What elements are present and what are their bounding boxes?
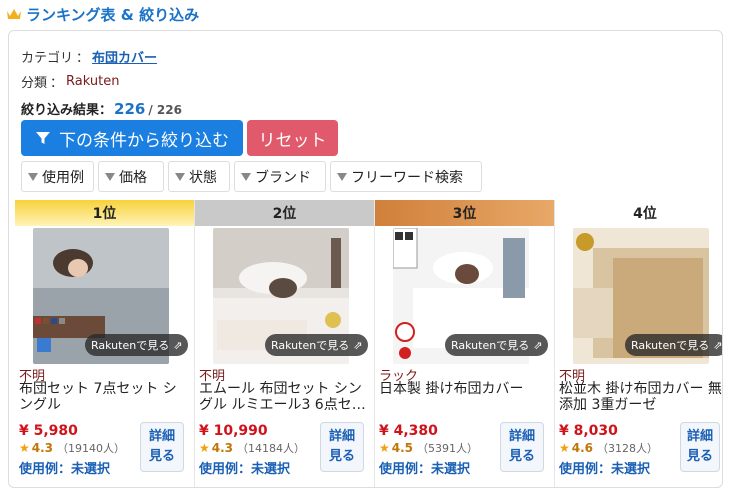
filter-button[interactable]: 下の条件から絞り込む — [21, 120, 243, 156]
dropdown-triangle-icon — [105, 172, 115, 181]
tag-price[interactable]: 価格 — [98, 161, 164, 192]
filter-button-label: 下の条件から絞り込む — [59, 130, 229, 151]
ranking-table: 1位 Rakutenで見る ⇗ 不明 布団セット 7点セット シングル ¥ 5,… — [15, 200, 723, 487]
external-link-icon: ⇗ — [173, 338, 183, 352]
detail-button[interactable]: 詳細 見る — [140, 422, 184, 472]
view-on-rakuten-button[interactable]: Rakutenで見る ⇗ — [85, 334, 189, 356]
page-title: ランキング表 & 絞り込み — [26, 5, 200, 24]
reset-button-label: リセット — [258, 130, 327, 151]
star-icon: ★ — [19, 441, 30, 455]
product-name[interactable]: 布団セット 7点セット シングル — [19, 381, 189, 413]
star-icon: ★ — [559, 441, 570, 455]
product-rating: ★ 4.3 （19140人） — [19, 440, 125, 456]
category-label: カテゴリ — [21, 51, 74, 66]
category-row: カテゴリ ： 布団カバー — [21, 47, 157, 66]
product-price: ¥ 10,990 — [199, 423, 268, 439]
review-count: （3128人） — [597, 442, 659, 455]
tag-condition[interactable]: 状態 — [168, 161, 230, 192]
category-separator: ： — [76, 51, 90, 66]
tag-price-label: 価格 — [119, 169, 147, 186]
ranking-item-3: 3位 Rakutenで見る ⇗ ラック 日本製 掛け布団カバー ¥ 4,380 … — [375, 200, 555, 487]
reset-button[interactable]: リセット — [247, 120, 338, 156]
brand-label: 分類 — [21, 76, 48, 91]
chip-label: Rakutenで見る — [451, 339, 530, 352]
dropdown-triangle-icon — [241, 172, 251, 181]
chip-label: Rakutenで見る — [631, 339, 710, 352]
external-link-icon: ⇗ — [353, 338, 363, 352]
category-link[interactable]: 布団カバー — [92, 47, 157, 66]
rating-score: 4.3 — [31, 441, 54, 455]
funnel-icon — [36, 132, 50, 144]
usage-status: 使用例：未選択 — [19, 462, 111, 477]
brand-value: Rakuten — [66, 74, 120, 89]
ranking-item-4: 4位 Rakutenで見る ⇗ 不明 松並木 掛け布団カバー 無添加 3重ガーゼ… — [555, 200, 723, 487]
detail-button[interactable]: 詳細 見る — [320, 422, 364, 472]
results-count: 226 — [114, 100, 146, 118]
rating-score: 4.3 — [211, 441, 234, 455]
chip-label: Rakutenで見る — [271, 339, 350, 352]
product-price: ¥ 8,030 — [559, 423, 618, 439]
ranking-item-2: 2位 Rakutenで見る ⇗ 不明 エムール 布団セット シングル ルミエール… — [195, 200, 375, 487]
rank-badge: 4位 — [555, 200, 722, 226]
product-rating: ★ 4.6 （3128人） — [559, 440, 658, 456]
tag-brand[interactable]: ブランド — [234, 161, 326, 192]
product-name[interactable]: エムール 布団セット シングル ルミエール3 6点セ… — [199, 381, 369, 413]
product-name[interactable]: 日本製 掛け布団カバー — [379, 381, 549, 397]
external-link-icon: ⇗ — [713, 338, 723, 352]
product-rating: ★ 4.5 （5391人） — [379, 440, 478, 456]
detail-label-top: 詳細 — [686, 429, 713, 444]
tag-freeword-label: フリーワード検索 — [351, 169, 463, 186]
ranking-item-1: 1位 Rakutenで見る ⇗ 不明 布団セット 7点セット シングル ¥ 5,… — [15, 200, 195, 487]
dropdown-triangle-icon — [175, 172, 185, 181]
chip-label: Rakutenで見る — [91, 339, 170, 352]
tag-usage[interactable]: 使用例 — [21, 161, 94, 192]
review-count: （14184人） — [237, 442, 306, 455]
detail-button[interactable]: 詳細 見る — [680, 422, 720, 472]
usage-status: 使用例：未選択 — [559, 462, 651, 477]
brand-row: 分類 ： Rakuten — [21, 72, 119, 91]
detail-label-bottom: 見る — [686, 449, 713, 464]
external-link-icon: ⇗ — [533, 338, 543, 352]
review-count: （5391人） — [417, 442, 479, 455]
tag-condition-label: 状態 — [189, 169, 217, 186]
detail-label-top: 詳細 — [328, 429, 355, 444]
rank-badge: 1位 — [15, 200, 194, 226]
detail-label-bottom: 見る — [148, 449, 175, 464]
usage-status: 使用例：未選択 — [379, 462, 471, 477]
rating-score: 4.5 — [391, 441, 414, 455]
rank-badge: 2位 — [195, 200, 374, 226]
detail-button[interactable]: 詳細 見る — [500, 422, 544, 472]
view-on-rakuten-button[interactable]: Rakutenで見る ⇗ — [445, 334, 549, 356]
rank-badge: 3位 — [375, 200, 554, 226]
star-icon: ★ — [199, 441, 210, 455]
tag-brand-label: ブランド — [255, 169, 311, 186]
product-rating: ★ 4.3 （14184人） — [199, 440, 305, 456]
product-price: ¥ 4,380 — [379, 423, 438, 439]
results-summary: 絞り込み結果： 226 / 226 — [21, 99, 182, 118]
rating-score: 4.6 — [571, 441, 594, 455]
usage-status: 使用例：未選択 — [199, 462, 291, 477]
detail-label-bottom: 見る — [328, 449, 355, 464]
dropdown-triangle-icon — [337, 172, 347, 181]
review-count: （19140人） — [57, 442, 126, 455]
brand-separator: ： — [50, 76, 64, 91]
view-on-rakuten-button[interactable]: Rakutenで見る ⇗ — [265, 334, 369, 356]
detail-label-top: 詳細 — [148, 429, 175, 444]
tag-freeword[interactable]: フリーワード検索 — [330, 161, 482, 192]
ranking-header: ランキング表 & 絞り込み — [6, 2, 199, 26]
crown-icon — [7, 9, 21, 19]
detail-label-bottom: 見る — [508, 449, 535, 464]
results-label: 絞り込み結果： — [21, 103, 113, 118]
results-total: / 226 — [148, 103, 182, 117]
product-price: ¥ 5,980 — [19, 423, 78, 439]
view-on-rakuten-button[interactable]: Rakutenで見る ⇗ — [625, 334, 723, 356]
filter-panel: カテゴリ ： 布団カバー 分類 ： Rakuten 絞り込み結果： 226 / … — [8, 30, 723, 488]
tag-usage-label: 使用例 — [42, 169, 84, 186]
detail-label-top: 詳細 — [508, 429, 535, 444]
product-name[interactable]: 松並木 掛け布団カバー 無添加 3重ガーゼ — [559, 381, 722, 413]
star-icon: ★ — [379, 441, 390, 455]
dropdown-triangle-icon — [28, 172, 38, 181]
